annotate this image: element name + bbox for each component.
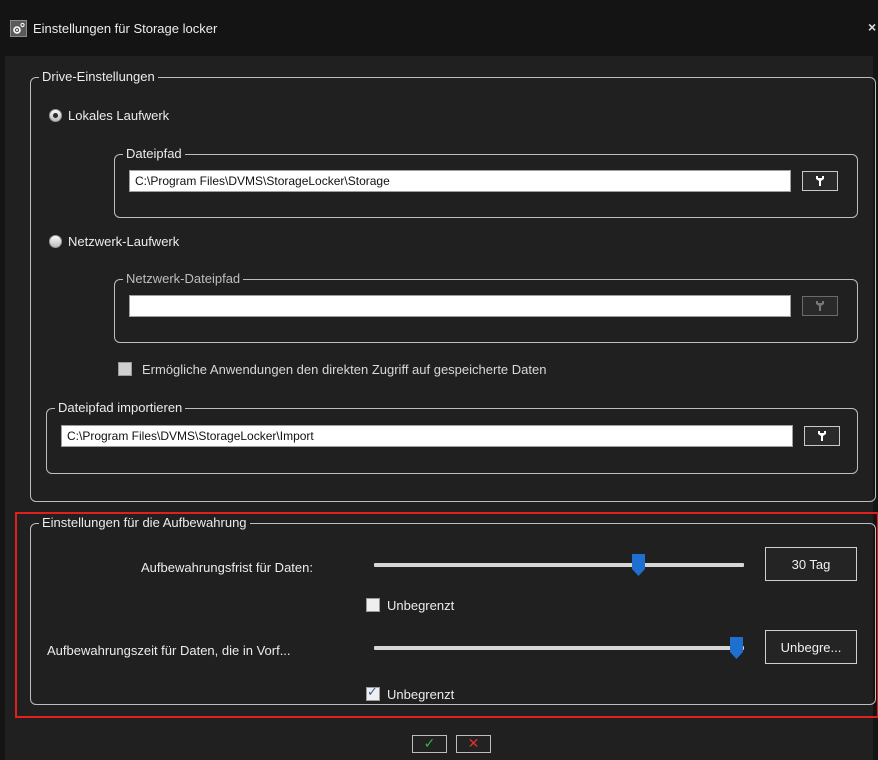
network-file-path-input[interactable] [129,295,791,317]
cancel-button[interactable]: ✕ [456,735,491,753]
import-browse-button[interactable] [804,426,840,446]
local-browse-button[interactable] [802,171,838,191]
title-bar: Einstellungen für Storage locker × [0,0,878,56]
direct-access-checkbox[interactable] [118,362,132,376]
direct-access-label[interactable]: Ermögliche Anwendungen den direkten Zugr… [142,362,546,377]
checkmark-icon: ✓ [423,736,436,752]
network-file-path-group: Netzwerk-Dateipfad [114,271,858,343]
close-icon[interactable]: × [868,19,876,35]
window-title: Einstellungen für Storage locker [33,21,218,36]
network-file-path-legend: Netzwerk-Dateipfad [123,271,244,287]
network-drive-label[interactable]: Netzwerk-Laufwerk [68,234,179,249]
retention-highlight-frame [15,512,878,718]
local-file-path-input[interactable]: C:\Program Files\DVMS\StorageLocker\Stor… [129,170,791,192]
import-path-group: Dateipfad importieren C:\Program Files\D… [46,400,858,474]
wrench-icon [816,176,824,186]
local-drive-radio[interactable] [49,109,62,122]
settings-gear-icon [10,20,27,37]
wrench-icon [816,301,824,311]
network-browse-button[interactable] [802,296,838,316]
local-file-path-group: Dateipfad C:\Program Files\DVMS\StorageL… [114,146,858,218]
import-path-input[interactable]: C:\Program Files\DVMS\StorageLocker\Impo… [61,425,793,447]
local-drive-label[interactable]: Lokales Laufwerk [68,108,169,123]
network-drive-radio[interactable] [49,235,62,248]
local-file-path-legend: Dateipfad [123,146,185,162]
wrench-icon [818,431,826,441]
ok-button[interactable]: ✓ [412,735,447,753]
cross-icon: ✕ [467,736,480,752]
drive-settings-group: Drive-Einstellungen Lokales Laufwerk Dat… [30,69,876,502]
drive-settings-legend: Drive-Einstellungen [39,69,158,85]
import-path-legend: Dateipfad importieren [55,400,186,416]
